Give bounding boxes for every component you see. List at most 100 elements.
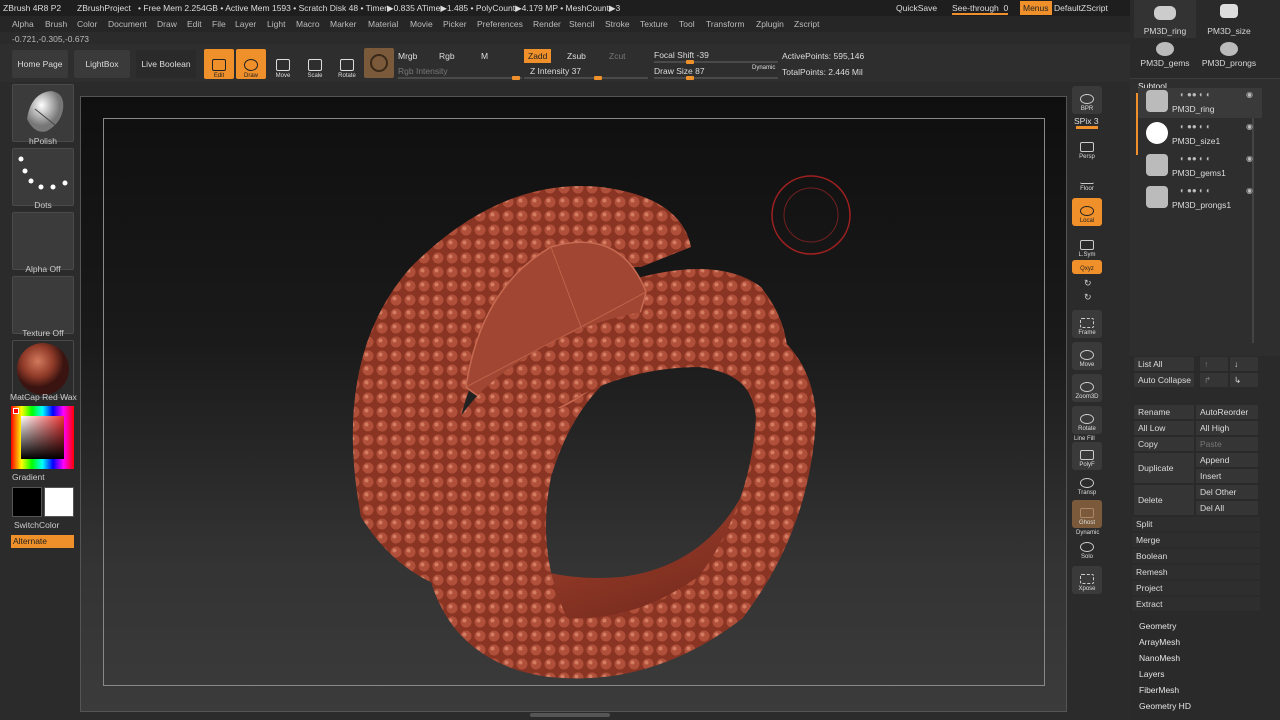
switchcolor-button[interactable]: SwitchColor [0,520,86,530]
move-mode-button[interactable]: Move [268,49,298,79]
zoom3d-button[interactable]: Zoom3D [1072,374,1102,402]
xpose-button[interactable]: Xpose [1072,566,1102,594]
draw-mode-button[interactable]: Draw [236,49,266,79]
bpr-render-button[interactable]: BPR [1072,86,1102,114]
section-nanomesh[interactable]: NanoMesh [1139,653,1180,663]
menu-stroke[interactable]: Stroke [605,19,630,29]
spix-track[interactable] [1076,126,1098,129]
scale-mode-button[interactable]: Scale [300,49,330,79]
menu-edit[interactable]: Edit [187,19,202,29]
visibility-eye-icon[interactable]: ◉ [1246,122,1253,131]
primary-color-swatch[interactable] [44,487,74,517]
color-saturation-square[interactable] [21,416,64,459]
z-intensity-track[interactable] [524,76,648,80]
visibility-eye-icon[interactable]: ◉ [1246,154,1253,163]
rotate-view-button[interactable]: Rotate [1072,406,1102,434]
section-arraymesh[interactable]: ArrayMesh [1139,637,1180,647]
menu-file[interactable]: File [212,19,226,29]
menu-tool[interactable]: Tool [679,19,695,29]
menu-material[interactable]: Material [368,19,398,29]
polyf-button[interactable]: PolyF [1072,442,1102,470]
mrgb-toggle[interactable]: Mrgb [398,51,417,61]
menus-toggle[interactable]: Menus [1020,1,1052,15]
rgb-intensity-slider[interactable]: Rgb Intensity [398,66,448,76]
alpha-selector[interactable] [12,212,74,270]
rotate-y-icon[interactable]: ↻ [1084,278,1092,289]
visibility-eye-icon[interactable]: ◉ [1246,186,1253,195]
menu-picker[interactable]: Picker [443,19,467,29]
lightbox-button[interactable]: LightBox [74,50,130,78]
zadd-toggle[interactable]: Zadd [524,49,552,63]
extract-menu[interactable]: Extract [1132,597,1260,611]
section-geometry-hd[interactable]: Geometry HD [1139,701,1191,711]
focal-shift-track[interactable] [654,60,778,64]
subtool-toggles-icon[interactable]: ◐ ●● ◐ ◐ [1180,186,1211,195]
z-intensity-slider[interactable]: Z Intensity 37 [530,66,581,76]
section-layers[interactable]: Layers [1139,669,1165,679]
draw-size-slider[interactable]: Draw Size 87 [654,66,705,76]
floor-button[interactable]: Floor [1072,166,1102,194]
spix-slider[interactable]: SPix 3 [1074,116,1099,126]
rotate-mode-button[interactable]: Rotate [332,49,362,79]
autoreorder-button[interactable]: AutoReorder [1196,405,1258,419]
append-button[interactable]: Append [1196,453,1258,467]
ghost-button[interactable]: Ghost [1072,500,1102,528]
menu-transform[interactable]: Transform [706,19,744,29]
project-menu[interactable]: Project [1132,581,1260,595]
subtool-toggles-icon[interactable]: ◐ ●● ◐ ◐ [1180,154,1211,163]
visibility-eye-icon[interactable]: ◉ [1246,90,1253,99]
move-down-button[interactable]: ↓ [1230,357,1258,371]
subtool-row[interactable]: ◐ ●● ◐ ◐ ◉ PM3D_prongs1 [1138,184,1262,214]
arrow-icon-button[interactable]: ↱ [1200,373,1228,387]
all-high-button[interactable]: All High [1196,421,1258,435]
quicksave-button[interactable]: QuickSave [896,3,937,13]
menu-layer[interactable]: Layer [235,19,256,29]
subtool-toggles-icon[interactable]: ◐ ●● ◐ ◐ [1180,122,1211,131]
menu-zscript[interactable]: Zscript [794,19,820,29]
edit-mode-button[interactable]: Edit [204,49,234,79]
subtool-row[interactable]: ◐ ●● ◐ ◐ ◉ PM3D_size1 [1138,120,1262,150]
persp-button[interactable]: Persp [1072,134,1102,162]
local-button[interactable]: Local [1072,198,1102,226]
dynamic-size-toggle[interactable]: Dynamic [752,65,775,71]
home-page-button[interactable]: Home Page [12,50,68,78]
solo-button[interactable]: Solo [1072,534,1102,562]
all-low-button[interactable]: All Low [1134,421,1194,435]
menu-marker[interactable]: Marker [330,19,356,29]
section-fibermesh[interactable]: FiberMesh [1139,685,1179,695]
paste-button[interactable]: Paste [1196,437,1258,451]
material-swatch-button[interactable] [364,48,394,78]
lsym-button[interactable]: L.Sym [1072,232,1102,260]
delete-button[interactable]: Delete [1134,485,1194,515]
split-menu[interactable]: Split [1132,517,1260,531]
menu-render[interactable]: Render [533,19,561,29]
auto-collapse-button[interactable]: Auto Collapse [1134,373,1194,387]
alternate-toggle[interactable]: Alternate [11,535,74,548]
zsub-toggle[interactable]: Zsub [567,51,586,61]
transp-button[interactable]: Transp [1072,470,1102,498]
zcut-toggle[interactable]: Zcut [609,51,626,61]
rotate-z-icon[interactable]: ↻ [1084,292,1092,303]
subtool-row[interactable]: ◐ ●● ◐ ◐ ◉ PM3D_gems1 [1138,152,1262,182]
menu-document[interactable]: Document [108,19,147,29]
menu-texture[interactable]: Texture [640,19,668,29]
merge-menu[interactable]: Merge [1132,533,1260,547]
menu-alpha[interactable]: Alpha [12,19,34,29]
section-geometry[interactable]: Geometry [1139,621,1176,631]
del-other-button[interactable]: Del Other [1196,485,1258,499]
focal-shift-slider[interactable]: Focal Shift -39 [654,50,709,60]
arrow-down-right-button[interactable]: ↳ [1230,373,1258,387]
rgb-toggle[interactable]: Rgb [439,51,455,61]
del-all-button[interactable]: Del All [1196,501,1258,515]
material-selector[interactable] [12,340,74,398]
copy-button[interactable]: Copy [1134,437,1194,451]
canvas-viewport[interactable] [80,96,1067,712]
insert-button[interactable]: Insert [1196,469,1258,483]
default-zscript[interactable]: DefaultZScript [1054,3,1108,13]
remesh-menu[interactable]: Remesh [1132,565,1260,579]
ring-model[interactable] [81,97,1066,711]
tool-thumb-prongs[interactable]: PM3D_prongs [1198,40,1260,70]
tool-thumb-ring[interactable]: PM3D_ring [1134,0,1196,38]
move-up-button[interactable]: ↑ [1200,357,1228,371]
tool-thumb-size[interactable]: PM3D_size [1198,0,1260,38]
